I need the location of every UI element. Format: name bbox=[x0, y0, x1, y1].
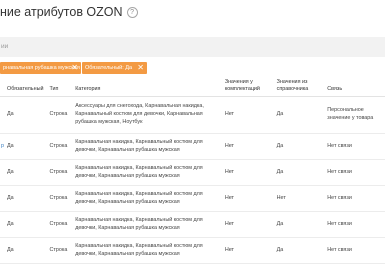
table-row[interactable]: Да Строка Карнавальная накидка, Карнавал… bbox=[0, 211, 385, 238]
cell-link: Нет связи bbox=[324, 211, 385, 238]
cell-required: Да bbox=[4, 237, 47, 264]
page-title: ние атрибутов OZON ? bbox=[0, 5, 138, 19]
column-header-link[interactable]: Связь bbox=[324, 76, 385, 97]
table-row[interactable]: Да Строка Карнавальная накидка, Карнавал… bbox=[0, 237, 385, 264]
column-header-dictionary-values[interactable]: Значения из справочника bbox=[273, 76, 325, 97]
cell-required: Да bbox=[4, 159, 47, 186]
cell-bundle-values: Нет bbox=[221, 185, 274, 212]
close-icon[interactable]: ✕ bbox=[137, 62, 144, 74]
attributes-table: Обязательный Тип Категория Значения у ко… bbox=[0, 76, 385, 264]
cell-dictionary-values: Да bbox=[273, 237, 325, 264]
cell-type: Строка bbox=[46, 185, 73, 212]
table-row[interactable]: Да Строка Карнавальная накидка, Карнавал… bbox=[0, 159, 385, 186]
cell-bundle-values: Нет bbox=[221, 133, 274, 160]
cell-link: Персональное значение у товара bbox=[324, 96, 385, 134]
cell-required: Да bbox=[4, 96, 47, 134]
cell-required: Да bbox=[4, 211, 47, 238]
filter-chip-required: Обязательный: Да ✕ bbox=[82, 62, 147, 74]
cell-type: Строка bbox=[46, 133, 73, 160]
cell-link: Нет связи bbox=[324, 159, 385, 186]
cell-category: Карнавальная накидка, Карнавальный костю… bbox=[72, 159, 222, 186]
filter-chip-category: рнавальная рубашка мужская ✕ bbox=[0, 62, 81, 74]
cell-type: Строка bbox=[46, 159, 73, 186]
cell-link: Нет связи bbox=[324, 133, 385, 160]
column-header-type[interactable]: Тип bbox=[46, 76, 73, 97]
cell-bundle-values: Нет bbox=[221, 159, 274, 186]
column-header-category[interactable]: Категория bbox=[72, 76, 222, 97]
filter-chip-label: Обязательный: Да bbox=[85, 65, 133, 71]
table-header-row: Обязательный Тип Категория Значения у ко… bbox=[0, 76, 385, 97]
cell-type: Строка bbox=[46, 96, 73, 134]
cell-required: Да bbox=[4, 133, 47, 160]
table-row[interactable]: р Да Строка Карнавальная накидка, Карнав… bbox=[0, 133, 385, 160]
column-header-required[interactable]: Обязательный bbox=[4, 76, 47, 97]
cell-category: Карнавальная накидка, Карнавальный костю… bbox=[72, 133, 222, 160]
table-row[interactable]: Да Строка Аксессуары для снегохода, Карн… bbox=[0, 96, 385, 134]
cell-dictionary-values: Да bbox=[273, 96, 325, 134]
cell-dictionary-values: Да bbox=[273, 133, 325, 160]
cell-link: Нет связи bbox=[324, 185, 385, 212]
cell-category: Аксессуары для снегохода, Карнавальная н… bbox=[72, 96, 222, 134]
cell-link: Нет связи bbox=[324, 237, 385, 264]
cell-required: Да bbox=[4, 185, 47, 212]
cell-category: Карнавальная накидка, Карнавальный костю… bbox=[72, 237, 222, 264]
filter-chip-label: рнавальная рубашка мужская bbox=[3, 65, 80, 71]
cell-type: Строка bbox=[46, 237, 73, 264]
cell-type: Строка bbox=[46, 211, 73, 238]
cell-bundle-values: Нет bbox=[221, 211, 274, 238]
cell-dictionary-values: Нет bbox=[273, 185, 325, 212]
cell-category: Карнавальная накидка, Карнавальный костю… bbox=[72, 185, 222, 212]
cell-bundle-values: Нет bbox=[221, 96, 274, 134]
page-title-text: ние атрибутов OZON bbox=[0, 5, 123, 19]
help-icon[interactable]: ? bbox=[126, 6, 138, 18]
cell-dictionary-values: Да bbox=[273, 159, 325, 186]
table-row[interactable]: Да Строка Карнавальная накидка, Карнавал… bbox=[0, 185, 385, 212]
cell-bundle-values: Нет bbox=[221, 237, 274, 264]
cell-dictionary-values: Да bbox=[273, 211, 325, 238]
search-input[interactable]: ии bbox=[0, 37, 385, 57]
close-icon[interactable]: ✕ bbox=[71, 62, 78, 74]
column-header-bundle-values[interactable]: Значения у комплектаций bbox=[221, 76, 274, 97]
cell-category: Карнавальная накидка, Карнавальный костю… bbox=[72, 211, 222, 238]
